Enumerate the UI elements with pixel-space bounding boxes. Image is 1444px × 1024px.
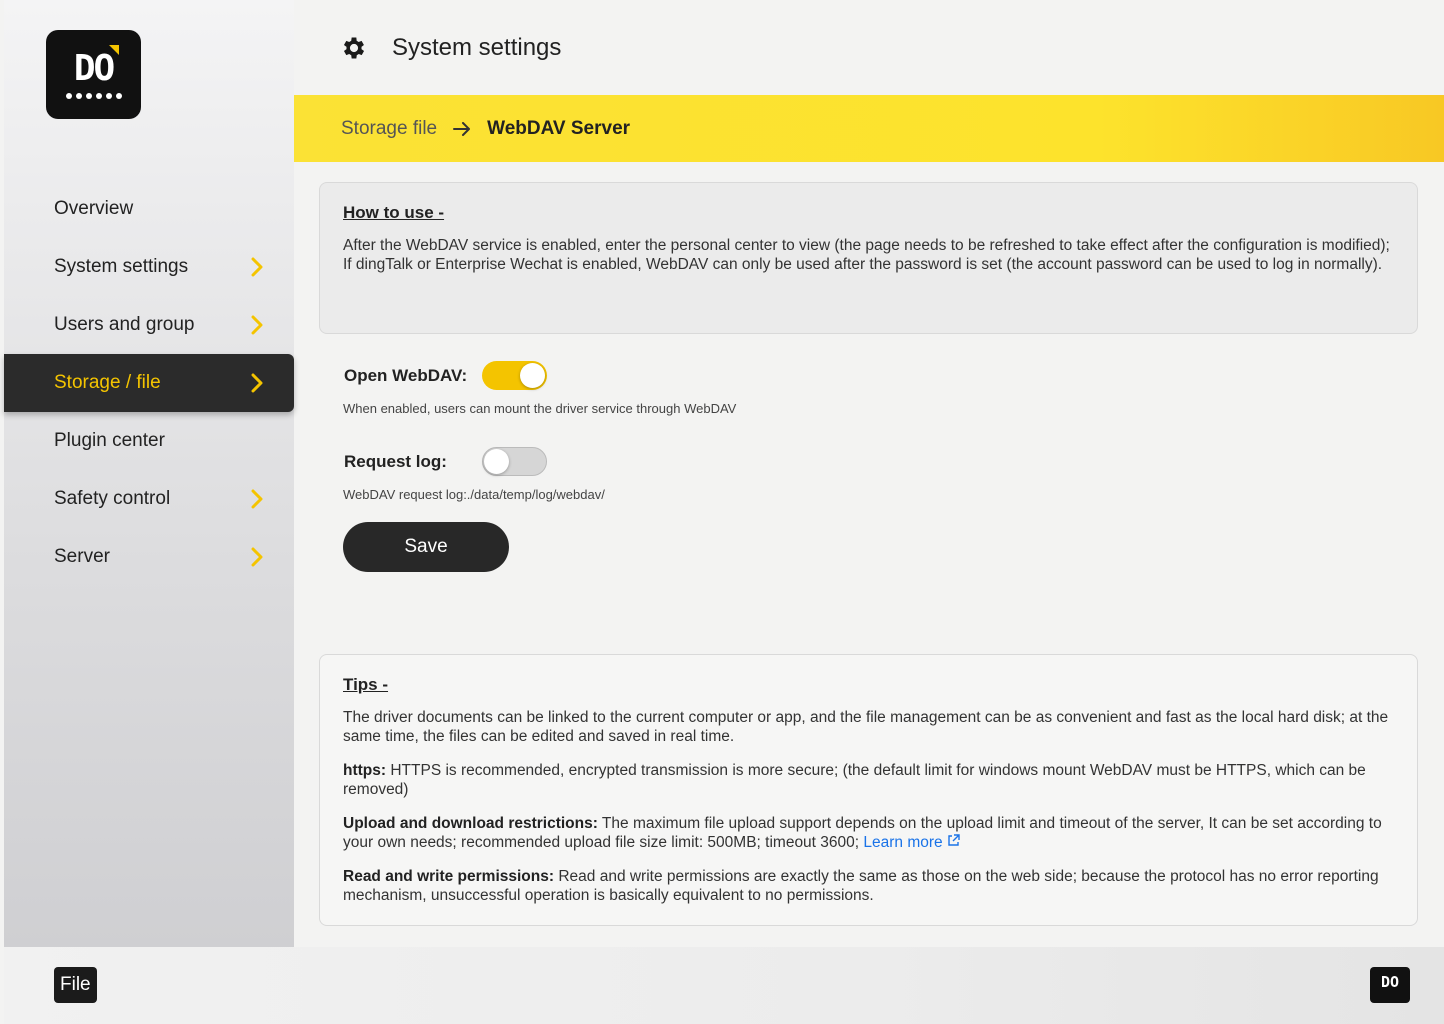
sidebar: DΟ Overview System settings Users and gr… — [4, 0, 294, 947]
request-log-row: Request log: — [344, 447, 547, 476]
sidebar-item-label: Overview — [54, 198, 134, 219]
tips-upload-label: Upload and download restrictions: — [343, 815, 598, 832]
save-button[interactable]: Save — [343, 522, 509, 572]
logo-corner — [109, 45, 119, 55]
how-to-use-line-2: If dingTalk or Enterprise Wechat is enab… — [343, 256, 1383, 273]
request-log-label: Request log: — [344, 451, 447, 471]
logo-dots — [65, 92, 122, 99]
request-log-toggle[interactable] — [482, 447, 547, 476]
chevron-right-icon — [250, 488, 264, 510]
sidebar-item-label: Safety control — [54, 488, 171, 509]
open-webdav-label: Open WebDAV: — [344, 365, 468, 385]
sidebar-item-storage-file[interactable]: Storage / file — [4, 354, 294, 412]
request-log-hint: WebDAV request log:./data/temp/log/webda… — [343, 487, 605, 502]
chevron-right-icon — [250, 256, 264, 278]
learn-more-link[interactable]: Learn more — [863, 834, 960, 851]
chevron-right-icon — [250, 372, 264, 394]
how-to-use-title: How to use - — [343, 203, 445, 222]
tips-title: Tips - — [343, 675, 389, 694]
how-to-use-line-1: After the WebDAV service is enabled, ent… — [343, 237, 1390, 254]
mini-logo[interactable]: DΟ — [1370, 967, 1410, 1003]
sidebar-item-label: System settings — [54, 256, 189, 277]
tips-https-text: HTTPS is recommended, encrypted transmis… — [343, 762, 1366, 798]
breadcrumb-current: WebDAV Server — [487, 117, 631, 139]
tips-paragraph-1: The driver documents can be linked to th… — [343, 709, 1389, 745]
page-title: System settings — [392, 33, 562, 61]
open-webdav-hint: When enabled, users can mount the driver… — [343, 401, 737, 416]
tips-paragraph-2: https: HTTPS is recommended, encrypted t… — [343, 761, 1394, 799]
file-button[interactable]: File — [54, 967, 97, 1003]
sidebar-item-users-and-group[interactable]: Users and group — [4, 296, 294, 354]
learn-more-label: Learn more — [863, 834, 943, 851]
chevron-right-icon — [250, 314, 264, 336]
logo-mark: DΟ — [73, 47, 115, 89]
sidebar-item-label: Users and group — [54, 314, 195, 335]
tips-panel: Tips - The driver documents can be linke… — [319, 654, 1418, 926]
bottom-bar: File DΟ — [4, 947, 1444, 1024]
sidebar-item-label: Storage / file — [54, 372, 161, 393]
sidebar-item-label: Plugin center — [54, 430, 165, 451]
sidebar-item-system-settings[interactable]: System settings — [4, 238, 294, 296]
open-webdav-toggle[interactable] — [482, 361, 547, 390]
external-link-icon — [948, 834, 960, 846]
tips-paragraph-4: Read and write permissions: Read and wri… — [343, 867, 1394, 905]
app-logo[interactable]: DΟ — [46, 30, 141, 119]
breadcrumb: Storage file WebDAV Server — [294, 95, 1444, 162]
sidebar-item-label: Server — [54, 546, 110, 567]
tips-permissions-label: Read and write permissions: — [343, 868, 555, 885]
tips-https-label: https: — [343, 762, 387, 779]
sidebar-nav: Overview System settings Users and group… — [4, 180, 294, 586]
open-webdav-row: Open WebDAV: — [344, 361, 547, 390]
sidebar-item-server[interactable]: Server — [4, 528, 294, 586]
gear-icon — [343, 37, 365, 58]
how-to-use-panel: How to use - After the WebDAV service is… — [319, 182, 1418, 334]
sidebar-item-plugin-center[interactable]: Plugin center — [4, 412, 294, 470]
chevron-right-icon — [250, 546, 264, 568]
breadcrumb-parent[interactable]: Storage file — [341, 118, 437, 140]
arrow-right-icon — [453, 121, 471, 136]
page-header: System settings — [294, 0, 1444, 95]
tips-paragraph-3: Upload and download restrictions: The ma… — [343, 814, 1394, 852]
sidebar-item-safety-control[interactable]: Safety control — [4, 470, 294, 528]
sidebar-item-overview[interactable]: Overview — [4, 180, 294, 238]
